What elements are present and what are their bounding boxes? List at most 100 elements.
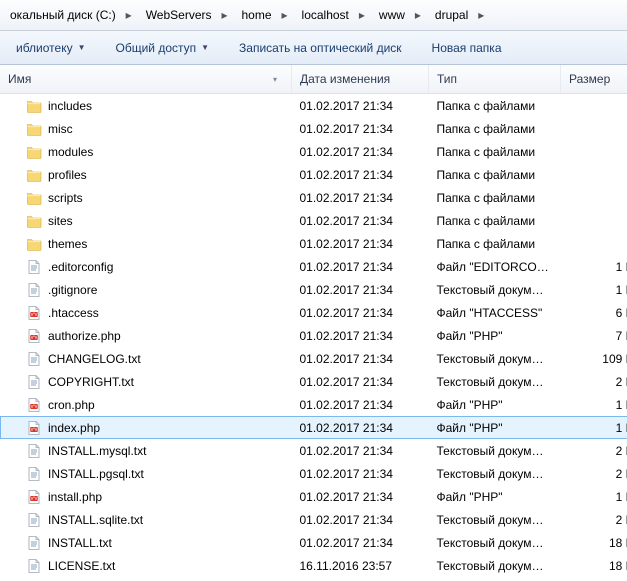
file-type: Файл "EDITORCO… (429, 255, 561, 278)
file-date: 01.02.2017 21:34 (292, 393, 429, 416)
folder-icon (26, 190, 42, 206)
file-size: 7 КБ (561, 324, 627, 347)
sort-indicator-icon: ▾ (273, 75, 277, 84)
file-date: 16.11.2016 23:57 (292, 554, 429, 577)
file-date: 01.02.2017 21:34 (292, 485, 429, 508)
address-bar[interactable]: окальный диск (C:)▸WebServers▸home▸local… (0, 0, 627, 31)
table-row[interactable]: .htaccess01.02.2017 21:34Файл "HTACCESS"… (0, 301, 627, 324)
table-row[interactable]: sites01.02.2017 21:34Папка с файлами (0, 209, 627, 232)
file-name: .editorconfig (48, 260, 113, 274)
file-type: Файл "PHP" (429, 416, 561, 439)
file-date: 01.02.2017 21:34 (292, 508, 429, 531)
table-row[interactable]: CHANGELOG.txt 01.02.2017 21:34Текстовый д… (0, 347, 627, 370)
column-header-date[interactable]: Дата изменения (292, 65, 429, 94)
breadcrumb-segment[interactable]: localhost▸ (296, 4, 373, 26)
folder-icon (26, 236, 42, 252)
file-date: 01.02.2017 21:34 (292, 416, 429, 439)
file-size: 2 КБ (561, 370, 627, 393)
breadcrumb-segment[interactable]: окальный диск (C:)▸ (4, 4, 140, 26)
table-row[interactable]: misc01.02.2017 21:34Папка с файлами (0, 117, 627, 140)
breadcrumb-segment[interactable]: drupal▸ (429, 4, 492, 26)
table-row[interactable]: INSTALL.mysql.txt01.02.2017 21:34Текстов… (0, 439, 627, 462)
breadcrumb-label: окальный диск (C:) (6, 8, 120, 22)
file-name: scripts (48, 191, 83, 205)
folder-icon (26, 144, 42, 160)
folder-icon (26, 213, 42, 229)
file-date: 01.02.2017 21:34 (292, 347, 429, 370)
file-type: Текстовый докум… (429, 508, 561, 531)
burn-button[interactable]: Записать на оптический диск (231, 34, 410, 62)
file-name: authorize.php (48, 329, 121, 343)
file-size: 2 КБ (561, 508, 627, 531)
file-size: 18 КБ (561, 554, 627, 577)
file-size: 6 КБ (561, 301, 627, 324)
breadcrumb-segment[interactable]: www▸ (373, 4, 429, 26)
share-button[interactable]: Общий доступ▼ (108, 34, 218, 62)
new-folder-button[interactable]: Новая папка (424, 34, 510, 62)
file-type: Файл "PHP" (429, 324, 561, 347)
file-type: Текстовый докум… (429, 347, 561, 370)
table-row[interactable]: INSTALL.txt01.02.2017 21:34Текстовый док… (0, 531, 627, 554)
file-date: 01.02.2017 21:34 (292, 117, 429, 140)
table-row[interactable]: cron.php01.02.2017 21:34Файл "PHP"1 КБ (0, 393, 627, 416)
table-row[interactable]: LICENSE.txt16.11.2016 23:57Текстовый док… (0, 554, 627, 577)
include-in-library-button[interactable]: иблиотеку▼ (8, 34, 94, 62)
file-size: 109 КБ (561, 347, 627, 370)
file-list[interactable]: Имя▾ Дата изменения Тип Размер includes0… (0, 65, 627, 581)
table-row[interactable]: MAINTAINERS.txt01.02.2017 21:34Текстовый… (0, 577, 627, 581)
table-row[interactable]: includes01.02.2017 21:34Папка с файлами (0, 94, 627, 118)
table-row[interactable]: profiles01.02.2017 21:34Папка с файлами (0, 163, 627, 186)
table-row[interactable]: install.php01.02.2017 21:34Файл "PHP"1 К… (0, 485, 627, 508)
file-size: 2 КБ (561, 462, 627, 485)
file-name: misc (48, 122, 73, 136)
file-size: 1 КБ (561, 278, 627, 301)
file-date: 01.02.2017 21:34 (292, 462, 429, 485)
file-date: 01.02.2017 21:34 (292, 255, 429, 278)
breadcrumb-label: home (238, 8, 276, 22)
table-row[interactable]: scripts01.02.2017 21:34Папка с файлами (0, 186, 627, 209)
table-row[interactable]: COPYRIGHT.txt01.02.2017 21:34Текстовый д… (0, 370, 627, 393)
txt-icon (26, 512, 42, 528)
file-date: 01.02.2017 21:34 (292, 324, 429, 347)
file-type: Папка с файлами (429, 163, 561, 186)
column-header-name[interactable]: Имя▾ (0, 65, 292, 94)
file-date: 01.02.2017 21:34 (292, 278, 429, 301)
php-icon (26, 328, 42, 344)
column-header-type[interactable]: Тип (429, 65, 561, 94)
table-row[interactable]: .gitignore01.02.2017 21:34Текстовый доку… (0, 278, 627, 301)
txt-icon (26, 282, 42, 298)
column-header-size[interactable]: Размер (561, 65, 627, 94)
file-name: .htaccess (48, 306, 99, 320)
table-row[interactable]: index.php01.02.2017 21:34Файл "PHP"1 КБ (0, 416, 627, 439)
table-row[interactable]: INSTALL.sqlite.txt01.02.2017 21:34Тексто… (0, 508, 627, 531)
php-icon (26, 305, 42, 321)
table-row[interactable]: modules01.02.2017 21:34Папка с файлами (0, 140, 627, 163)
php-icon (26, 420, 42, 436)
file-date: 01.02.2017 21:34 (292, 163, 429, 186)
table-row[interactable]: themes01.02.2017 21:34Папка с файлами (0, 232, 627, 255)
file-date: 01.02.2017 21:34 (292, 232, 429, 255)
file-size (561, 163, 627, 186)
file-size: 1 КБ (561, 393, 627, 416)
file-type: Текстовый докум… (429, 370, 561, 393)
file-name: CHANGELOG.txt (48, 352, 141, 366)
file-type: Файл "HTACCESS" (429, 301, 561, 324)
file-date: 01.02.2017 21:34 (292, 186, 429, 209)
file-name: includes (48, 99, 92, 113)
file-type: Файл "PHP" (429, 485, 561, 508)
file-type: Папка с файлами (429, 209, 561, 232)
breadcrumb-segment[interactable]: home▸ (236, 4, 296, 26)
chevron-right-icon: ▸ (276, 8, 294, 22)
table-row[interactable]: INSTALL.pgsql.txt01.02.2017 21:34Текстов… (0, 462, 627, 485)
file-name: COPYRIGHT.txt (48, 375, 134, 389)
file-size (561, 140, 627, 163)
file-type: Текстовый докум… (429, 462, 561, 485)
breadcrumb-segment[interactable]: WebServers▸ (140, 4, 236, 26)
chevron-right-icon: ▸ (409, 8, 427, 22)
file-name: themes (48, 237, 87, 251)
table-row[interactable]: authorize.php 01.02.2017 21:34Файл "PHP"7… (0, 324, 627, 347)
table-row[interactable]: .editorconfig 01.02.2017 21:34Файл "EDITO… (0, 255, 627, 278)
txt-icon (26, 259, 42, 275)
file-size: 2 КБ (561, 439, 627, 462)
file-type: Файл "PHP" (429, 393, 561, 416)
